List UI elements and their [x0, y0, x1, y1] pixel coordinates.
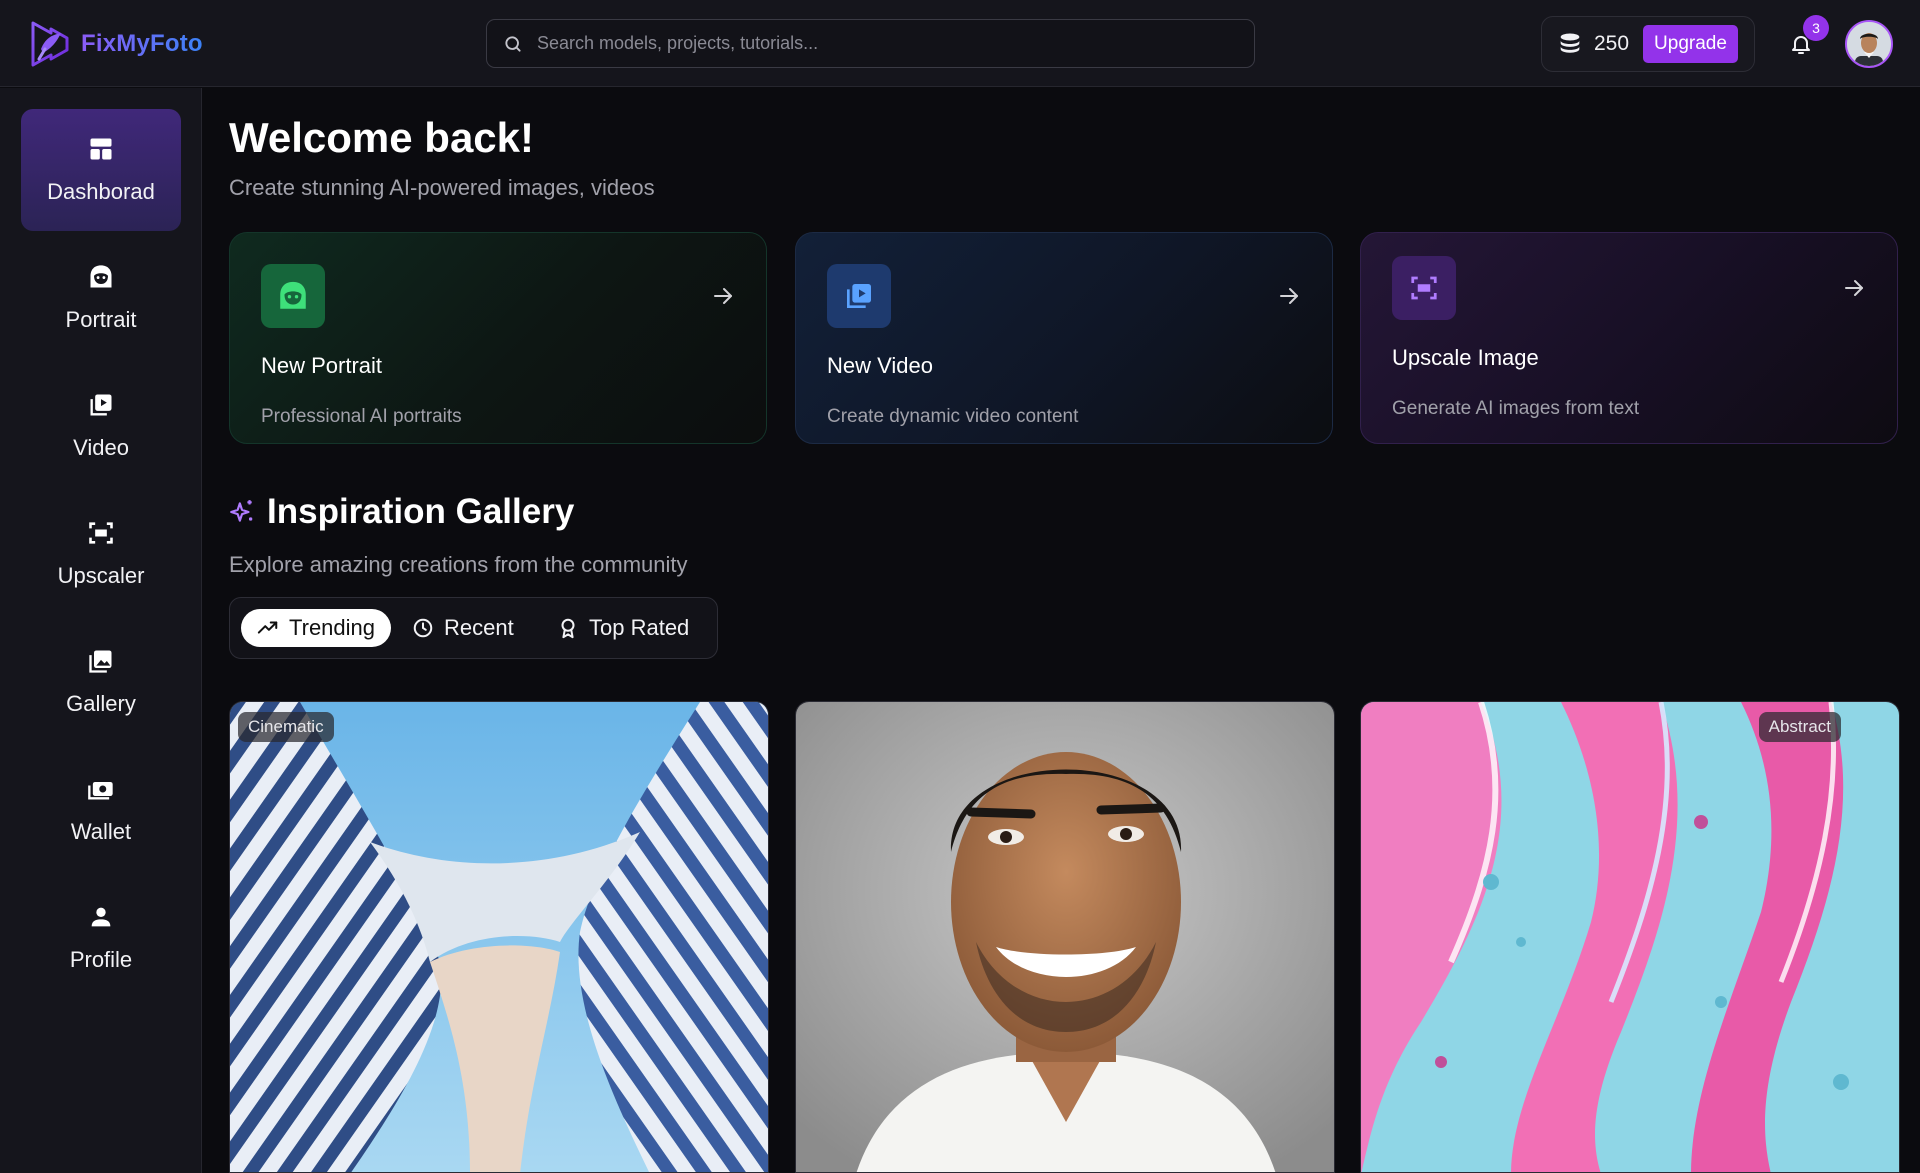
card-title: New Portrait: [261, 353, 383, 378]
tab-top-rated[interactable]: Top Rated: [541, 609, 705, 647]
sidebar-item-label: Portrait: [65, 307, 137, 332]
gallery-image: [796, 702, 1334, 1172]
gallery-filter-tabs: Trending Recent Top Rated: [229, 597, 718, 659]
sidebar-item-label: Gallery: [66, 691, 136, 716]
upscale-icon: [1411, 276, 1437, 300]
user-avatar[interactable]: [1845, 20, 1893, 68]
card-icon-container: [1392, 256, 1456, 320]
upscale-icon: [89, 522, 113, 544]
arrow-right-icon: [714, 288, 732, 304]
tab-label: Recent: [444, 615, 514, 640]
gallery-header: Inspiration Gallery: [229, 492, 574, 532]
notification-badge: 3: [1803, 15, 1829, 41]
tab-label: Trending: [289, 615, 376, 640]
trending-icon: [257, 621, 278, 634]
dashboard-icon: [90, 138, 112, 160]
sidebar-item-profile[interactable]: Profile: [21, 877, 181, 999]
arrow-right-icon: [1845, 280, 1863, 296]
sidebar-item-portrait[interactable]: Portrait: [21, 237, 181, 359]
new-video-card[interactable]: New Video Create dynamic video content: [795, 232, 1333, 444]
gallery-image: [230, 702, 768, 1172]
gallery-tag: Cinematic: [238, 712, 334, 742]
sidebar-item-video[interactable]: Video: [21, 365, 181, 487]
portrait-icon: [90, 265, 112, 288]
tab-trending[interactable]: Trending: [241, 609, 392, 647]
credits-panel: 250 Upgrade: [1541, 16, 1755, 72]
gallery-item-portrait[interactable]: [795, 701, 1335, 1173]
sidebar-item-gallery[interactable]: Gallery: [21, 621, 181, 743]
search-bar[interactable]: [486, 19, 1255, 68]
video-icon: [90, 394, 112, 416]
gallery-icon: [89, 650, 112, 673]
tab-recent[interactable]: Recent: [396, 609, 530, 647]
search-icon: [505, 35, 521, 52]
card-description: Professional AI portraits: [261, 406, 462, 427]
card-title: Upscale Image: [1392, 345, 1539, 370]
sidebar-item-label: Upscaler: [57, 563, 145, 588]
new-portrait-card[interactable]: New Portrait Professional AI portraits: [229, 232, 767, 444]
video-icon: [847, 284, 871, 308]
award-icon: [561, 618, 575, 639]
sidebar-item-label: Profile: [69, 947, 133, 972]
page-title: Welcome back!: [229, 114, 535, 161]
gallery-item-fluid-art[interactable]: Abstract: [1360, 701, 1900, 1173]
clock-icon: [413, 618, 433, 638]
tab-label: Top Rated: [589, 615, 690, 640]
sidebar-item-label: Wallet: [70, 819, 132, 844]
logo-icon: [31, 21, 69, 67]
search-input[interactable]: [537, 20, 1254, 67]
card-title: New Video: [827, 353, 933, 378]
gallery-title: Inspiration Gallery: [267, 492, 575, 531]
gallery-image: [1361, 702, 1899, 1172]
brand-name: FixMyFoto: [81, 30, 203, 57]
top-bar: FixMyFoto 250 Upgrade 3: [0, 0, 1920, 87]
card-icon-container: [261, 264, 325, 328]
sidebar-item-dashboard[interactable]: Dashborad: [21, 109, 181, 231]
avatar-image: [1847, 22, 1891, 66]
sidebar-item-label: Video: [73, 435, 129, 460]
gallery-subtitle: Explore amazing creations from the commu…: [229, 552, 688, 577]
wallet-icon: [88, 782, 113, 800]
arrow-right-icon: [1280, 288, 1298, 304]
credit-balance: 250: [1594, 32, 1630, 55]
sidebar: Dashborad Portrait Video Upscaler Galler…: [0, 88, 202, 1173]
portrait-icon: [280, 281, 306, 309]
brand-logo[interactable]: FixMyFoto: [27, 18, 203, 70]
card-description: Create dynamic video content: [827, 406, 1079, 427]
sidebar-item-upscaler[interactable]: Upscaler: [21, 493, 181, 615]
sparkles-icon: [230, 500, 253, 522]
coins-icon: [1560, 33, 1580, 53]
card-icon-container: [827, 264, 891, 328]
sidebar-item-label: Dashborad: [47, 179, 155, 204]
upscale-image-card[interactable]: Upscale Image Generate AI images from te…: [1360, 232, 1898, 444]
card-description: Generate AI images from text: [1392, 398, 1640, 419]
gallery-tag: Abstract: [1758, 712, 1841, 742]
upgrade-button[interactable]: Upgrade: [1643, 25, 1738, 63]
page-subtitle: Create stunning AI-powered images, video…: [229, 175, 655, 200]
profile-icon: [91, 907, 111, 927]
sidebar-item-wallet[interactable]: Wallet: [21, 749, 181, 871]
gallery-item-architecture[interactable]: Cinematic: [229, 701, 769, 1173]
